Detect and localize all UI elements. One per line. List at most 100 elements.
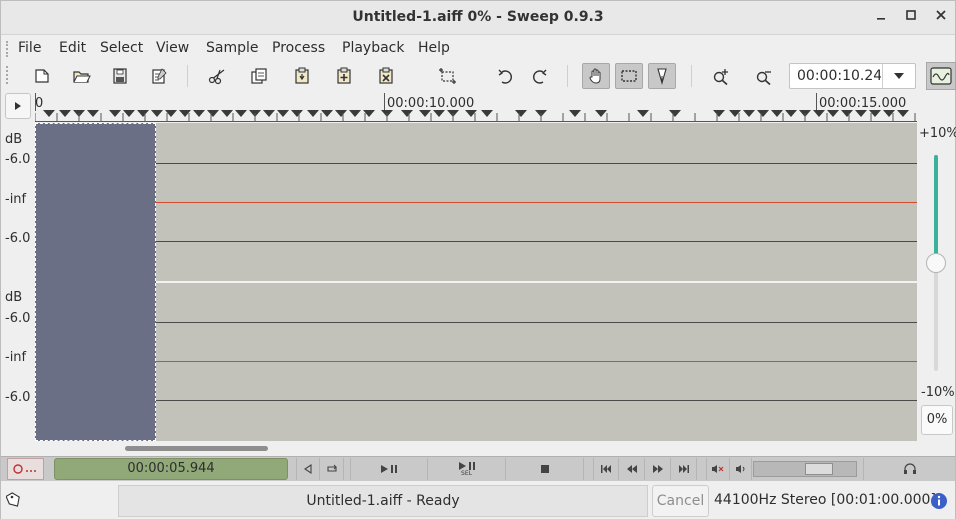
rewind-icon[interactable] [619, 458, 645, 480]
window-title: Untitled-1.aiff 0% - Sweep 0.9.3 [352, 9, 604, 25]
menu-sample[interactable]: Sample [206, 40, 259, 56]
volume-control: +10% -10% 0% [917, 123, 956, 441]
skip-start-icon[interactable] [593, 458, 619, 480]
play-selection-icon[interactable]: SEL [428, 458, 506, 480]
db-label: -inf [5, 192, 27, 207]
file-info-text: 44100Hz Stereo [00:01:00.000] [714, 492, 936, 508]
volume-fill [934, 155, 938, 263]
play-marker-icon[interactable] [5, 93, 31, 119]
fast-forward-icon[interactable] [645, 458, 671, 480]
ruler-marker [193, 110, 205, 117]
undo-icon[interactable] [491, 63, 519, 89]
properties-icon[interactable] [145, 63, 173, 89]
db-scale: dB -6.0 -inf -6.0 dB -6.0 -inf -6.0 [1, 123, 35, 441]
record-button[interactable] [7, 458, 44, 480]
tag-icon [5, 490, 23, 510]
select-tool-icon[interactable] [615, 63, 643, 89]
menubar-grip[interactable] [6, 41, 9, 57]
time-entry[interactable]: 00:00:10.240 [789, 63, 916, 89]
position-display: 00:00:05.944 [54, 458, 288, 480]
ruler-marker [43, 110, 55, 117]
zoom-in-icon[interactable] [707, 63, 735, 89]
loop-icon[interactable] [320, 458, 344, 480]
menu-process[interactable]: Process [272, 40, 325, 56]
menu-edit[interactable]: Edit [59, 40, 86, 56]
toolbar-grip[interactable] [6, 66, 9, 84]
ruler-marker [137, 110, 149, 117]
ruler-marker [713, 110, 725, 117]
paste-icon[interactable] [288, 63, 316, 89]
ruler-marker [263, 110, 275, 117]
title-bar: Untitled-1.aiff 0% - Sweep 0.9.3 [1, 1, 955, 35]
info-icon[interactable] [926, 487, 952, 515]
horizontal-scrollbar[interactable] [35, 441, 917, 455]
time-entry-value[interactable]: 00:00:10.240 [797, 68, 881, 84]
waveform-view[interactable] [35, 123, 917, 441]
hand-tool-icon[interactable] [582, 63, 610, 89]
ruler-marker [59, 110, 71, 117]
volume-knob[interactable] [926, 253, 946, 273]
ruler-marker [235, 110, 247, 117]
save-icon[interactable] [106, 63, 134, 89]
mute-icon[interactable] [706, 458, 730, 480]
ruler-marker [321, 110, 333, 117]
channel-left[interactable] [35, 123, 917, 281]
selection-region[interactable] [35, 123, 156, 441]
ruler-marker [419, 110, 431, 117]
open-file-icon[interactable] [67, 63, 95, 89]
menu-playback[interactable]: Playback [342, 40, 404, 56]
new-file-icon[interactable] [28, 63, 56, 89]
close-icon[interactable] [931, 8, 951, 28]
zoom-out-icon[interactable] [750, 63, 778, 89]
ruler-marker [813, 110, 825, 117]
skip-end-icon[interactable] [671, 458, 697, 480]
scrollbar-thumb[interactable] [125, 446, 268, 451]
db-label: -6.0 [5, 152, 31, 167]
playback-speed-slider[interactable] [753, 461, 857, 477]
menu-file[interactable]: File [18, 40, 41, 56]
ruler-marker [841, 110, 853, 117]
sweep-window: Untitled-1.aiff 0% - Sweep 0.9.3 File Ed… [0, 0, 956, 519]
crop-icon[interactable] [433, 63, 461, 89]
scope-icon[interactable] [926, 62, 956, 90]
ruler-marker [335, 110, 347, 117]
cut-icon[interactable] [203, 63, 231, 89]
ruler-marker [123, 110, 135, 117]
speed-slider-knob[interactable] [805, 463, 833, 475]
minimize-icon[interactable] [871, 8, 891, 28]
ruler-marker [207, 110, 219, 117]
db-label: -6.0 [5, 311, 31, 326]
pencil-tool-icon[interactable] [648, 63, 676, 89]
chevron-down-icon[interactable] [882, 64, 915, 88]
menu-view[interactable]: View [156, 40, 189, 56]
play-pause-icon[interactable] [350, 458, 428, 480]
menu-bar: File Edit Select View Sample Process Pla… [1, 36, 955, 61]
volume-percent-button[interactable]: 0% [921, 405, 953, 435]
copy-icon[interactable] [245, 63, 273, 89]
db-label: -6.0 [5, 390, 31, 405]
ruler-marker [307, 110, 319, 117]
redo-icon[interactable] [526, 63, 554, 89]
ruler-markers [35, 110, 916, 121]
db-gridline [35, 163, 917, 164]
status-bar: Untitled-1.aiff - Ready Cancel 44100Hz S… [1, 482, 955, 519]
channel-right[interactable] [35, 283, 917, 441]
ruler-marker [277, 110, 289, 117]
paste-xfade-icon[interactable] [372, 63, 400, 89]
stop-icon[interactable] [506, 458, 584, 480]
time-ruler[interactable]: 0 00:00:10.000 00:00:15.000 [35, 91, 917, 123]
toolbar-separator [691, 65, 692, 87]
ruler-marker [785, 110, 797, 117]
maximize-icon[interactable] [901, 8, 921, 28]
menu-help[interactable]: Help [418, 40, 450, 56]
cancel-button[interactable]: Cancel [652, 485, 709, 517]
play-reverse-icon[interactable] [296, 458, 320, 480]
ruler-marker [481, 110, 493, 117]
paste-mix-icon[interactable] [330, 63, 358, 89]
headphones-icon[interactable] [863, 458, 955, 480]
sel-sublabel: SEL [461, 470, 472, 477]
ruler-marker [595, 110, 607, 117]
volume-icon[interactable] [730, 458, 752, 480]
db-gridline [35, 400, 917, 401]
menu-select[interactable]: Select [100, 40, 143, 56]
